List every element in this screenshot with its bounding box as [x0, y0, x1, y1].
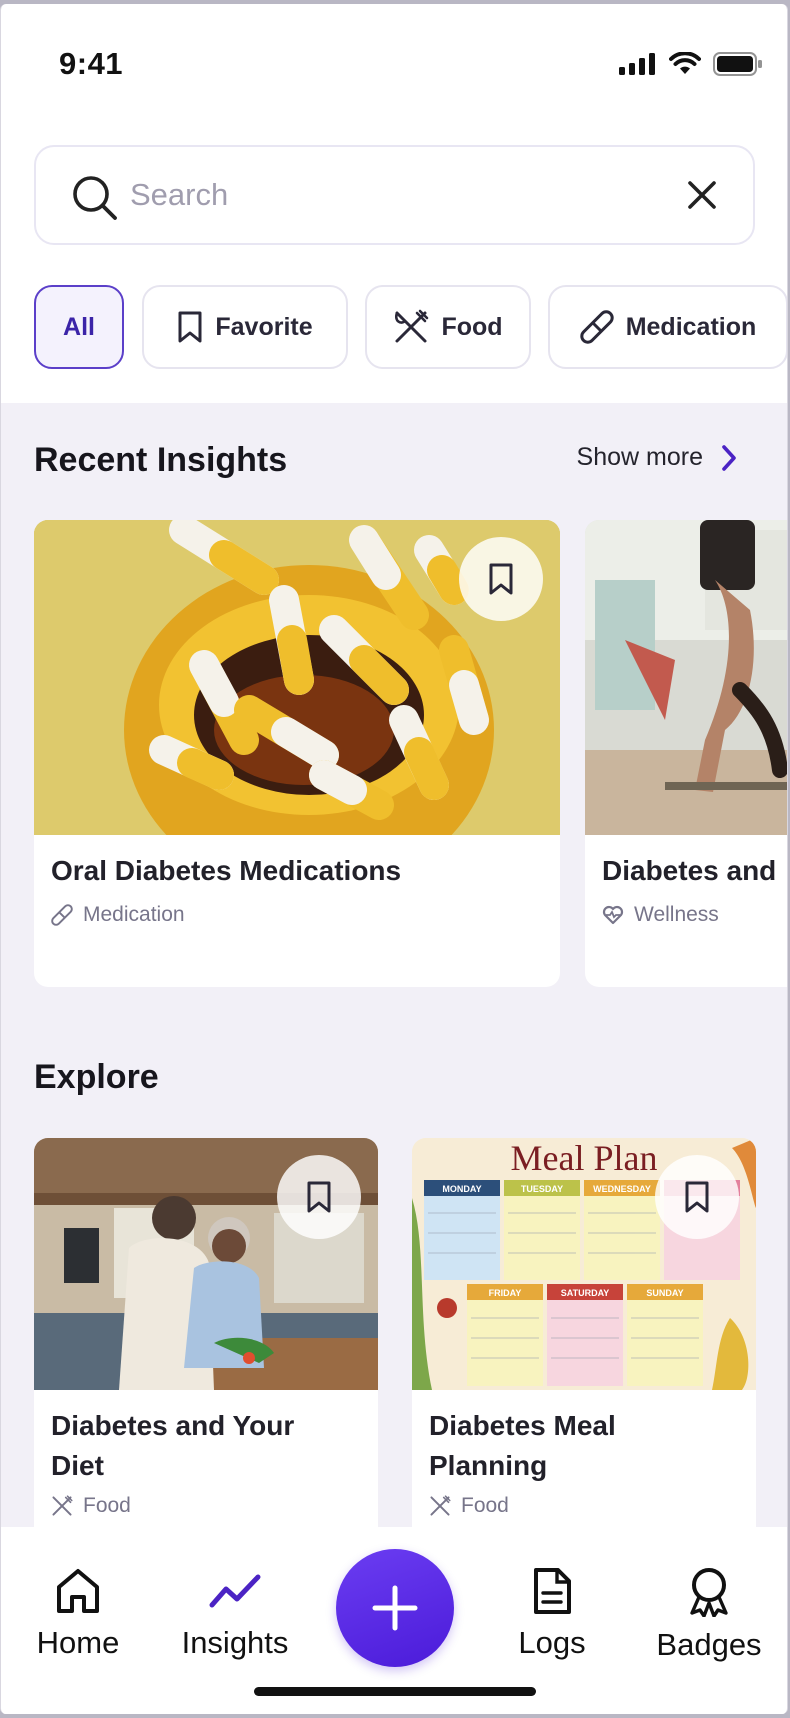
plus-icon — [372, 1585, 418, 1631]
card-title-line2: Diet — [51, 1450, 104, 1481]
bookmark-icon — [489, 563, 513, 595]
badge-icon — [690, 1568, 728, 1617]
chip-label: Favorite — [215, 312, 313, 341]
chevron-right-icon — [722, 444, 736, 471]
add-button[interactable] — [336, 1549, 454, 1667]
meal-plan-day: SUNDAY — [646, 1288, 683, 1298]
card-image-exercise — [585, 520, 787, 835]
explore-card[interactable]: Diabetes and Your Diet Food — [34, 1138, 378, 1533]
pill-icon — [51, 904, 73, 926]
explore-title: Explore — [34, 1058, 159, 1096]
card-tag: Food — [429, 1494, 509, 1518]
bottom-tab-bar: Home Insights Logs Badges — [1, 1527, 787, 1714]
bookmark-button[interactable] — [459, 537, 543, 621]
utensils-icon — [395, 309, 429, 343]
card-title-line1: Diabetes Meal — [429, 1410, 616, 1441]
chip-label: All — [63, 312, 95, 341]
filter-chip-food[interactable]: Food — [365, 285, 531, 369]
status-icons — [619, 52, 763, 76]
meal-plan-day: FRIDAY — [489, 1288, 522, 1298]
tab-insights[interactable]: Insights — [160, 1567, 310, 1661]
utensils-icon — [52, 1495, 73, 1516]
card-title-line2: Planning — [429, 1450, 548, 1481]
bookmark-icon — [307, 1181, 331, 1213]
search-icon — [73, 176, 117, 220]
home-indicator — [254, 1687, 536, 1696]
chip-label: Food — [441, 312, 503, 341]
show-more-label: Show more — [576, 443, 703, 471]
chip-label: Medication — [625, 312, 757, 341]
search-bar — [34, 145, 755, 245]
document-icon — [534, 1568, 571, 1614]
card-tag-label: Wellness — [634, 903, 719, 926]
search-input[interactable] — [130, 173, 650, 217]
card-tag: Wellness — [602, 903, 719, 927]
cellular-signal-icon — [619, 53, 655, 75]
card-tag: Food — [51, 1494, 131, 1518]
card-tag: Medication — [51, 903, 185, 927]
meal-plan-heading: Meal Plan — [511, 1138, 658, 1178]
close-icon[interactable] — [687, 180, 717, 210]
tab-label: Insights — [181, 1625, 289, 1660]
pill-icon — [580, 310, 614, 344]
tab-home[interactable]: Home — [3, 1567, 153, 1661]
card-title: Oral Diabetes Medications — [51, 855, 402, 886]
heart-icon — [602, 905, 624, 925]
bookmark-icon — [178, 311, 202, 343]
meal-plan-day: WEDNESDAY — [593, 1184, 651, 1194]
battery-icon — [713, 52, 762, 76]
tab-logs[interactable]: Logs — [477, 1567, 627, 1661]
bookmark-button[interactable] — [277, 1155, 361, 1239]
meal-plan-day: SATURDAY — [561, 1288, 610, 1298]
bookmark-icon — [685, 1181, 709, 1213]
meal-plan-day: MONDAY — [442, 1184, 481, 1194]
insight-card[interactable]: Oral Diabetes Medications Medication — [34, 520, 560, 987]
wifi-icon — [669, 52, 701, 74]
utensils-icon — [430, 1495, 451, 1516]
tab-label: Badges — [656, 1627, 762, 1662]
insight-card[interactable]: Diabetes and Wellness — [585, 520, 787, 987]
show-more-link[interactable]: Show more — [577, 443, 737, 472]
card-title-line1: Diabetes and Your — [51, 1410, 295, 1441]
trend-icon — [209, 1574, 261, 1608]
tab-label: Logs — [518, 1625, 586, 1660]
card-tag-label: Food — [83, 1494, 131, 1517]
tab-badges[interactable]: Badges — [634, 1567, 784, 1663]
meal-plan-day: TUESDAY — [521, 1184, 563, 1194]
tab-label: Home — [36, 1625, 120, 1660]
home-icon — [57, 1569, 99, 1613]
recent-insights-title: Recent Insights — [34, 441, 288, 479]
card-tag-label: Food — [461, 1494, 509, 1517]
app-screen: 9:41 Search All Favorite Food Medication… — [0, 4, 788, 1714]
insights-content: Recent Insights Show more Oral Diabetes … — [1, 403, 787, 1533]
card-tag-label: Medication — [83, 903, 185, 926]
status-bar: 9:41 — [1, 4, 787, 124]
filter-chip-all[interactable]: All — [34, 285, 124, 369]
status-time: 9:41 — [59, 46, 124, 81]
card-title: Diabetes and — [602, 855, 777, 886]
filter-chip-favorite[interactable]: Favorite — [142, 285, 348, 369]
filter-chip-medication[interactable]: Medication — [548, 285, 787, 369]
explore-card[interactable]: MONDAY TUESDAY WEDNESDAY FRIDAY SATURDAY… — [412, 1138, 756, 1533]
bookmark-button[interactable] — [655, 1155, 739, 1239]
